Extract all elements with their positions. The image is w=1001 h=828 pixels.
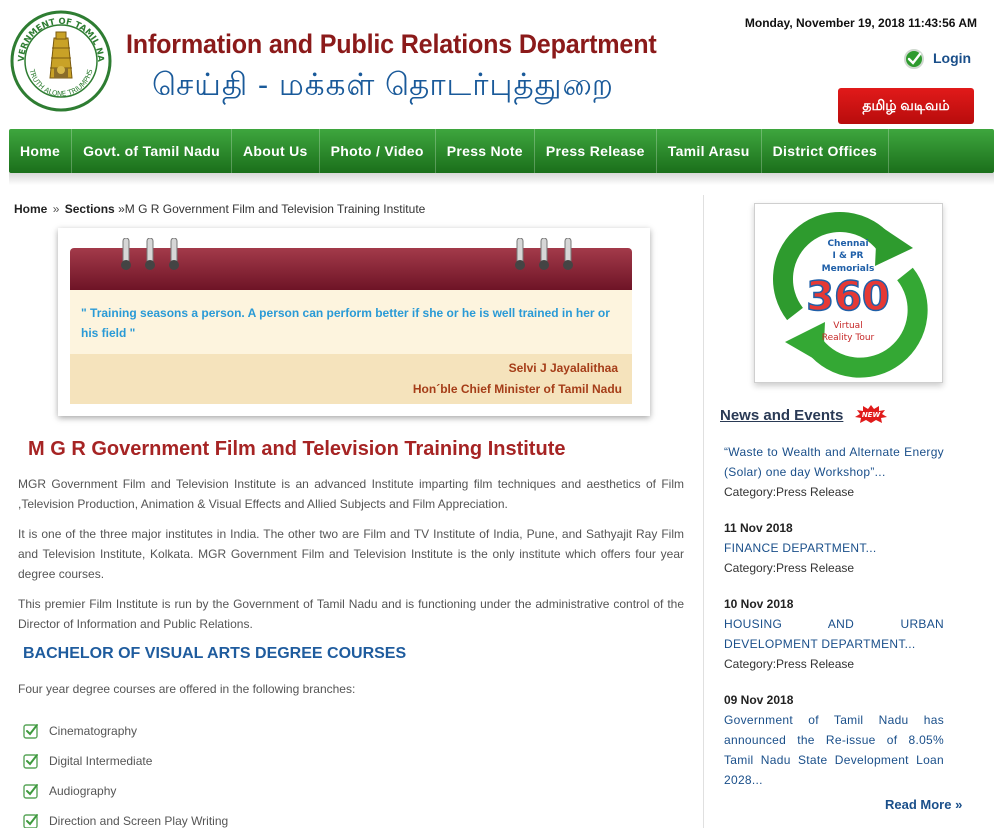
course-name: Direction and Screen Play Writing <box>49 814 229 828</box>
course-name: Audiography <box>49 784 117 798</box>
news-category: Category:Press Release <box>724 561 855 575</box>
checkbox-tick-icon <box>23 814 38 828</box>
list-item: Cinematography <box>23 716 228 746</box>
news-headline-link[interactable]: Government of Tamil Nadu has announced t… <box>724 710 944 790</box>
courses-intro: Four year degree courses are offered in … <box>18 682 356 696</box>
breadcrumb-current: »M G R Government Film and Television Tr… <box>118 202 426 216</box>
virtual-tour-banner[interactable]: Chennai I & PR Memorials 360 Virtual Rea… <box>754 203 943 383</box>
nav-item-press-release[interactable]: Press Release <box>535 129 657 173</box>
login-link[interactable]: Login <box>903 47 971 69</box>
page-title: M G R Government Film and Television Tra… <box>28 438 566 460</box>
banner-line-2: I & PR <box>833 251 864 261</box>
list-item: “Waste to Wealth and Alternate Energy (S… <box>724 442 944 502</box>
recycle-arrows-icon: Chennai I & PR Memorials 360 Virtual Rea… <box>773 212 928 378</box>
checkbox-tick-icon <box>23 754 38 769</box>
section-heading: BACHELOR OF VISUAL ARTS DEGREE COURSES <box>23 645 407 662</box>
list-item: 09 Nov 2018 Government of Tamil Nadu has… <box>724 690 944 790</box>
list-item: Direction and Screen Play Writing <box>23 806 228 828</box>
course-name: Cinematography <box>49 724 138 738</box>
quote-card: " Training seasons a person. A person ca… <box>58 228 650 416</box>
site-header: GOVERNMENT OF TAMIL NADU TRUTH ALONE TRI… <box>0 0 1001 128</box>
login-label: Login <box>933 50 972 66</box>
banner-line-1: Chennai <box>827 239 868 249</box>
nav-item-govt-of-tamil-nadu[interactable]: Govt. of Tamil Nadu <box>72 129 232 173</box>
nav-item-press-note[interactable]: Press Note <box>436 129 535 173</box>
quote-author: Selvi J Jayalalithaa <box>508 361 618 375</box>
news-date: 10 Nov 2018 <box>724 597 794 611</box>
course-list: Cinematography Digital Intermediate Audi… <box>23 716 228 828</box>
news-date: 11 Nov 2018 <box>724 521 793 535</box>
news-headline-link[interactable]: HOUSING AND URBAN DEVELOPMENT DEPARTMENT… <box>724 614 944 654</box>
tamil-nadu-emblem-icon[interactable]: GOVERNMENT OF TAMIL NADU TRUTH ALONE TRI… <box>10 10 112 112</box>
news-headline-link[interactable]: FINANCE DEPARTMENT... <box>724 538 944 558</box>
quote-body: " Training seasons a person. A person ca… <box>70 290 632 404</box>
list-item: Digital Intermediate <box>23 746 228 776</box>
news-date: 09 Nov 2018 <box>724 693 794 707</box>
news-and-events-heading[interactable]: News and Events <box>720 407 843 424</box>
content-paragraph: It is one of the three major institutes … <box>18 527 684 581</box>
breadcrumb-separator: » <box>52 202 60 216</box>
list-item: 11 Nov 2018 FINANCE DEPARTMENT... Catego… <box>724 518 944 578</box>
new-badge-label: NEW <box>862 411 881 419</box>
site-title-tamil: செய்தி - மக்கள் தொடர்புத்துறை <box>152 67 614 102</box>
binder-ring-icon <box>145 238 155 270</box>
nav-item-tamil-arasu[interactable]: Tamil Arasu <box>657 129 762 173</box>
main-navigation: Home Govt. of Tamil Nadu About Us Photo … <box>9 129 994 173</box>
news-category: Category:Press Release <box>724 485 855 499</box>
banner-360-text: 360 <box>806 274 890 320</box>
tamil-version-button[interactable]: தமிழ் வடிவம் <box>838 88 974 124</box>
read-more-link[interactable]: Read More » <box>885 797 962 812</box>
binder-ring-icon <box>563 238 573 270</box>
nav-item-home[interactable]: Home <box>9 129 73 173</box>
news-list: “Waste to Wealth and Alternate Energy (S… <box>724 442 944 806</box>
content-paragraph: MGR Government Film and Television Insti… <box>18 477 684 511</box>
site-title-english: Information and Public Relations Departm… <box>126 29 657 59</box>
binder-ring-icon <box>539 238 549 270</box>
list-item: 10 Nov 2018 HOUSING AND URBAN DEVELOPMEN… <box>724 594 944 674</box>
quote-text: " Training seasons a person. A person ca… <box>81 306 610 340</box>
nav-item-district-offices[interactable]: District Offices <box>762 129 890 173</box>
breadcrumb-home-link[interactable]: Home <box>14 202 47 216</box>
checkbox-tick-icon <box>23 784 38 799</box>
binder-ring-icon <box>121 238 131 270</box>
breadcrumb: Home » Sections »M G R Government Film a… <box>14 202 425 216</box>
binder-ring-icon <box>169 238 179 270</box>
nav-item-photo-video[interactable]: Photo / Video <box>320 129 436 173</box>
current-datetime: Monday, November 19, 2018 11:43:56 AM <box>744 16 977 30</box>
banner-line-5: Reality Tour <box>822 333 875 343</box>
login-icon <box>904 49 924 69</box>
quote-attribution: Selvi J Jayalalithaa Hon´ble Chief Minis… <box>70 354 632 404</box>
checkbox-tick-icon <box>23 724 38 739</box>
breadcrumb-sections-link[interactable]: Sections <box>65 202 115 216</box>
course-name: Digital Intermediate <box>49 754 153 768</box>
banner-line-4: Virtual <box>833 321 862 331</box>
nav-item-about-us[interactable]: About Us <box>232 129 320 173</box>
news-headline-link[interactable]: “Waste to Wealth and Alternate Energy (S… <box>724 442 944 482</box>
nav-shadow <box>9 173 994 185</box>
banner-line-3: Memorials <box>822 264 875 274</box>
column-divider <box>703 195 704 828</box>
binder-ring-icon <box>515 238 525 270</box>
content-paragraph: This premier Film Institute is run by th… <box>18 597 684 631</box>
quote-author-role: Hon´ble Chief Minister of Tamil Nadu <box>412 382 622 396</box>
news-category: Category:Press Release <box>724 657 855 671</box>
list-item: Audiography <box>23 776 228 806</box>
new-badge-icon: NEW <box>855 405 887 423</box>
